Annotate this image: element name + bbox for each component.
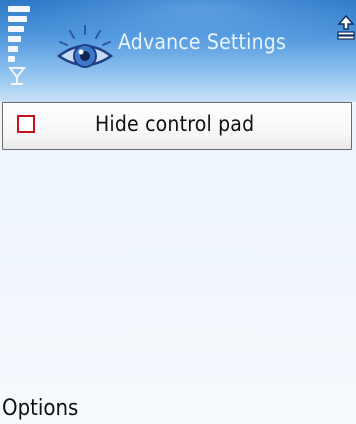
antenna-icon: [8, 67, 26, 85]
options-softkey[interactable]: Options: [2, 396, 78, 421]
title-bar: Advance Settings: [0, 0, 356, 102]
hide-control-pad-checkbox[interactable]: [17, 115, 35, 133]
phone-screen: Advance Settings Hide control pad Option…: [0, 0, 356, 424]
page-title: Advance Settings: [118, 30, 286, 54]
upload-arrow-icon: [337, 14, 355, 40]
eye-icon: [56, 25, 114, 68]
setting-label: Hide control pad: [95, 112, 255, 136]
setting-row-hide-control-pad[interactable]: Hide control pad: [2, 102, 352, 150]
